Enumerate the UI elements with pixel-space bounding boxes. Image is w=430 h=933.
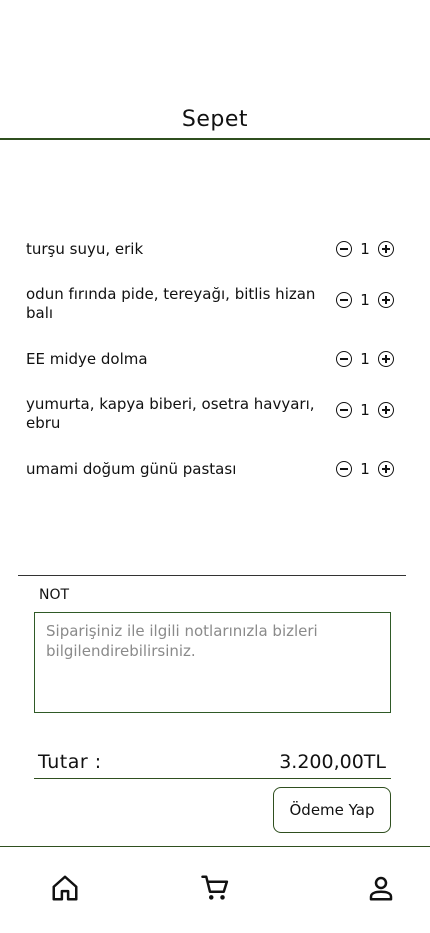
quantity-stepper: 1 <box>336 291 394 309</box>
total-row: Tutar : 3.200,00TL <box>34 745 391 779</box>
quantity-value: 1 <box>360 460 370 478</box>
quantity-value: 1 <box>360 401 370 419</box>
bottom-tab-bar <box>0 846 430 933</box>
total-label: Tutar : <box>38 750 102 773</box>
cart-item-name: odun fırında pide, tereyağı, bitlis hiza… <box>26 285 316 322</box>
cart-item-name: yumurta, kapya biberi, osetra havyarı, e… <box>26 395 315 432</box>
quantity-value: 1 <box>360 291 370 309</box>
note-label: NOT <box>39 587 70 603</box>
cart-item-name: umami doğum günü pastası <box>26 460 237 478</box>
profile-icon[interactable] <box>366 873 396 903</box>
plus-icon[interactable] <box>378 351 394 367</box>
page-header: Sepet <box>0 100 430 140</box>
plus-icon[interactable] <box>378 461 394 477</box>
cart-item: yumurta, kapya biberi, osetra havyarı, e… <box>26 395 406 433</box>
minus-icon[interactable] <box>336 241 352 257</box>
minus-icon[interactable] <box>336 351 352 367</box>
note-input[interactable] <box>34 612 391 713</box>
minus-icon[interactable] <box>336 402 352 418</box>
home-icon[interactable] <box>50 873 80 903</box>
plus-icon[interactable] <box>378 292 394 308</box>
plus-icon[interactable] <box>378 241 394 257</box>
total-value: 3.200,00TL <box>279 750 386 773</box>
cart-item: odun fırında pide, tereyağı, bitlis hiza… <box>26 285 406 323</box>
divider <box>18 575 406 576</box>
cart-item: umami doğum günü pastası 1 <box>26 460 406 479</box>
page-title: Sepet <box>181 106 249 132</box>
minus-icon[interactable] <box>336 292 352 308</box>
cart-item-name: EE midye dolma <box>26 350 148 368</box>
quantity-stepper: 1 <box>336 240 394 258</box>
cart-icon[interactable] <box>200 873 230 903</box>
cart-item-name: turşu suyu, erik <box>26 240 144 258</box>
cart-item: EE midye dolma 1 <box>26 350 406 369</box>
minus-icon[interactable] <box>336 461 352 477</box>
quantity-stepper: 1 <box>336 350 394 368</box>
quantity-value: 1 <box>360 240 370 258</box>
pay-button[interactable]: Ödeme Yap <box>273 787 391 833</box>
quantity-value: 1 <box>360 350 370 368</box>
cart-item: turşu suyu, erik 1 <box>26 240 406 259</box>
plus-icon[interactable] <box>378 402 394 418</box>
quantity-stepper: 1 <box>336 401 394 419</box>
quantity-stepper: 1 <box>336 460 394 478</box>
